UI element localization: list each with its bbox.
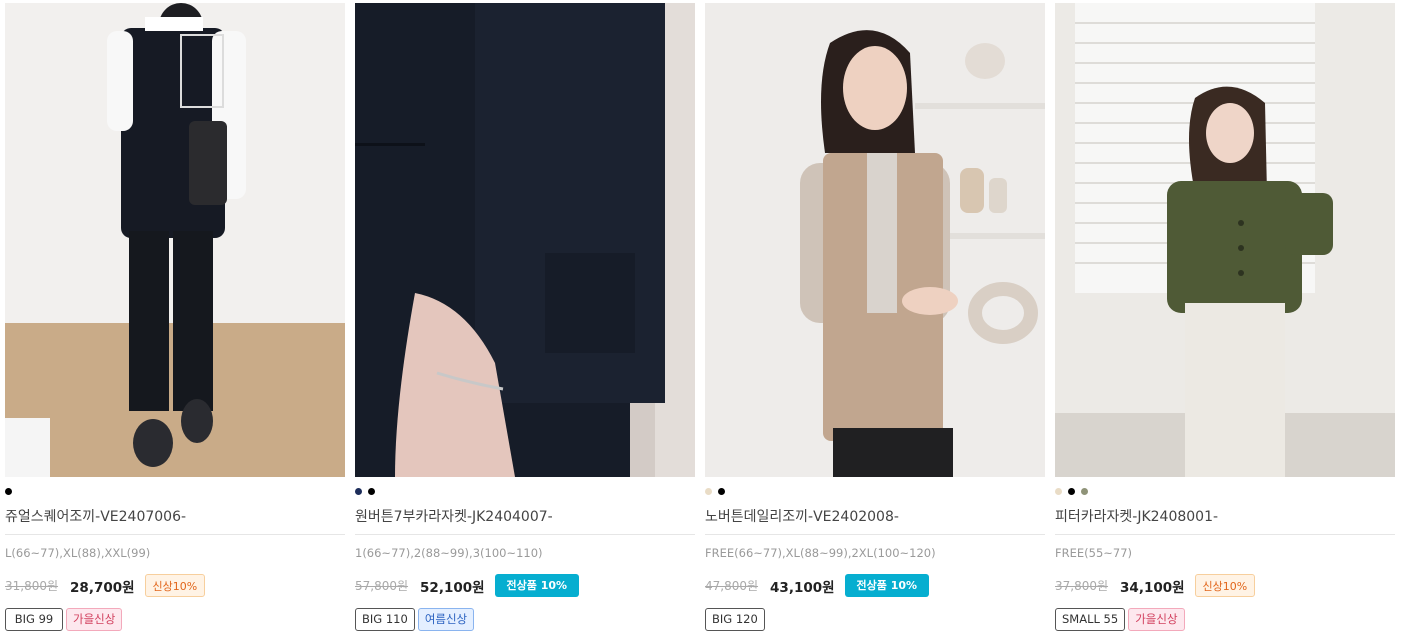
color-swatch[interactable] <box>718 488 725 495</box>
original-price: 31,800원 <box>5 579 59 593</box>
product-image-4[interactable] <box>1055 3 1395 477</box>
divider <box>1055 534 1395 535</box>
product-card-3[interactable]: 노버튼데일리조끼-VE2402008- FREE(66~77),XL(88~99… <box>705 3 1045 633</box>
product-image-2[interactable] <box>355 3 695 477</box>
product-card-4[interactable]: 피터카라자켓-JK2408001- FREE(55~77) 37,800원 34… <box>1055 3 1395 633</box>
size-tag: BIG 110 <box>355 608 415 631</box>
promo-badge: 전상품 10% <box>844 574 930 597</box>
promo-badge: 신상10% <box>144 574 206 597</box>
size-tag: BIG 120 <box>705 608 765 631</box>
season-tag: 가을신상 <box>66 608 123 631</box>
size-tag: SMALL 55 <box>1055 608 1126 631</box>
season-tag: 여름신상 <box>417 608 475 631</box>
sale-price: 28,700원 <box>70 579 135 596</box>
price-row: 31,800원 28,700원 신상10% <box>5 573 206 598</box>
price-row: 47,800원 43,100원 전상품 10% <box>705 573 930 598</box>
sale-price: 52,100원 <box>420 579 485 596</box>
product-card-2[interactable]: 원버튼7부카라자켓-JK2404007- 1(66~77),2(88~99),3… <box>355 3 695 633</box>
sale-price: 34,100원 <box>1120 579 1185 596</box>
color-swatch[interactable] <box>368 488 375 495</box>
size-tag: BIG 99 <box>5 608 63 631</box>
product-name[interactable]: 쥬얼스퀘어조끼-VE2407006- <box>5 506 186 526</box>
sale-price: 43,100원 <box>770 579 835 596</box>
color-swatch[interactable] <box>1068 488 1075 495</box>
color-swatches <box>1055 488 1088 496</box>
product-sizes: FREE(55~77) <box>1055 546 1133 560</box>
color-swatches <box>705 488 725 496</box>
product-name[interactable]: 노버튼데일리조끼-VE2402008- <box>705 506 899 526</box>
promo-badge: 전상품 10% <box>494 574 580 597</box>
product-tags: SMALL 55 가을신상 <box>1055 608 1185 631</box>
product-grid: 쥬얼스퀘어조끼-VE2407006- L(66~77),XL(88),XXL(9… <box>5 3 1405 633</box>
color-swatch[interactable] <box>705 488 712 495</box>
price-row: 37,800원 34,100원 신상10% <box>1055 573 1256 598</box>
original-price: 37,800원 <box>1055 579 1109 593</box>
divider <box>5 534 345 535</box>
season-tag: 가을신상 <box>1128 608 1185 631</box>
color-swatches <box>355 488 375 496</box>
color-swatch[interactable] <box>1081 488 1088 495</box>
product-image-3[interactable] <box>705 3 1045 477</box>
original-price: 57,800원 <box>355 579 409 593</box>
product-tags: BIG 110 여름신상 <box>355 608 475 631</box>
color-swatches <box>5 488 12 496</box>
product-card-1[interactable]: 쥬얼스퀘어조끼-VE2407006- L(66~77),XL(88),XXL(9… <box>5 3 345 633</box>
product-sizes: L(66~77),XL(88),XXL(99) <box>5 546 151 560</box>
product-name[interactable]: 피터카라자켓-JK2408001- <box>1055 506 1218 526</box>
product-image-1[interactable] <box>5 3 345 477</box>
divider <box>355 534 695 535</box>
color-swatch[interactable] <box>5 488 12 495</box>
product-sizes: FREE(66~77),XL(88~99),2XL(100~120) <box>705 546 936 560</box>
price-row: 57,800원 52,100원 전상품 10% <box>355 573 580 598</box>
product-tags: BIG 99 가을신상 <box>5 608 123 631</box>
color-swatch[interactable] <box>1055 488 1062 495</box>
original-price: 47,800원 <box>705 579 759 593</box>
promo-badge: 신상10% <box>1194 574 1256 597</box>
product-name[interactable]: 원버튼7부카라자켓-JK2404007- <box>355 506 553 526</box>
divider <box>705 534 1045 535</box>
product-sizes: 1(66~77),2(88~99),3(100~110) <box>355 546 543 560</box>
color-swatch[interactable] <box>355 488 362 495</box>
product-tags: BIG 120 <box>705 608 765 631</box>
